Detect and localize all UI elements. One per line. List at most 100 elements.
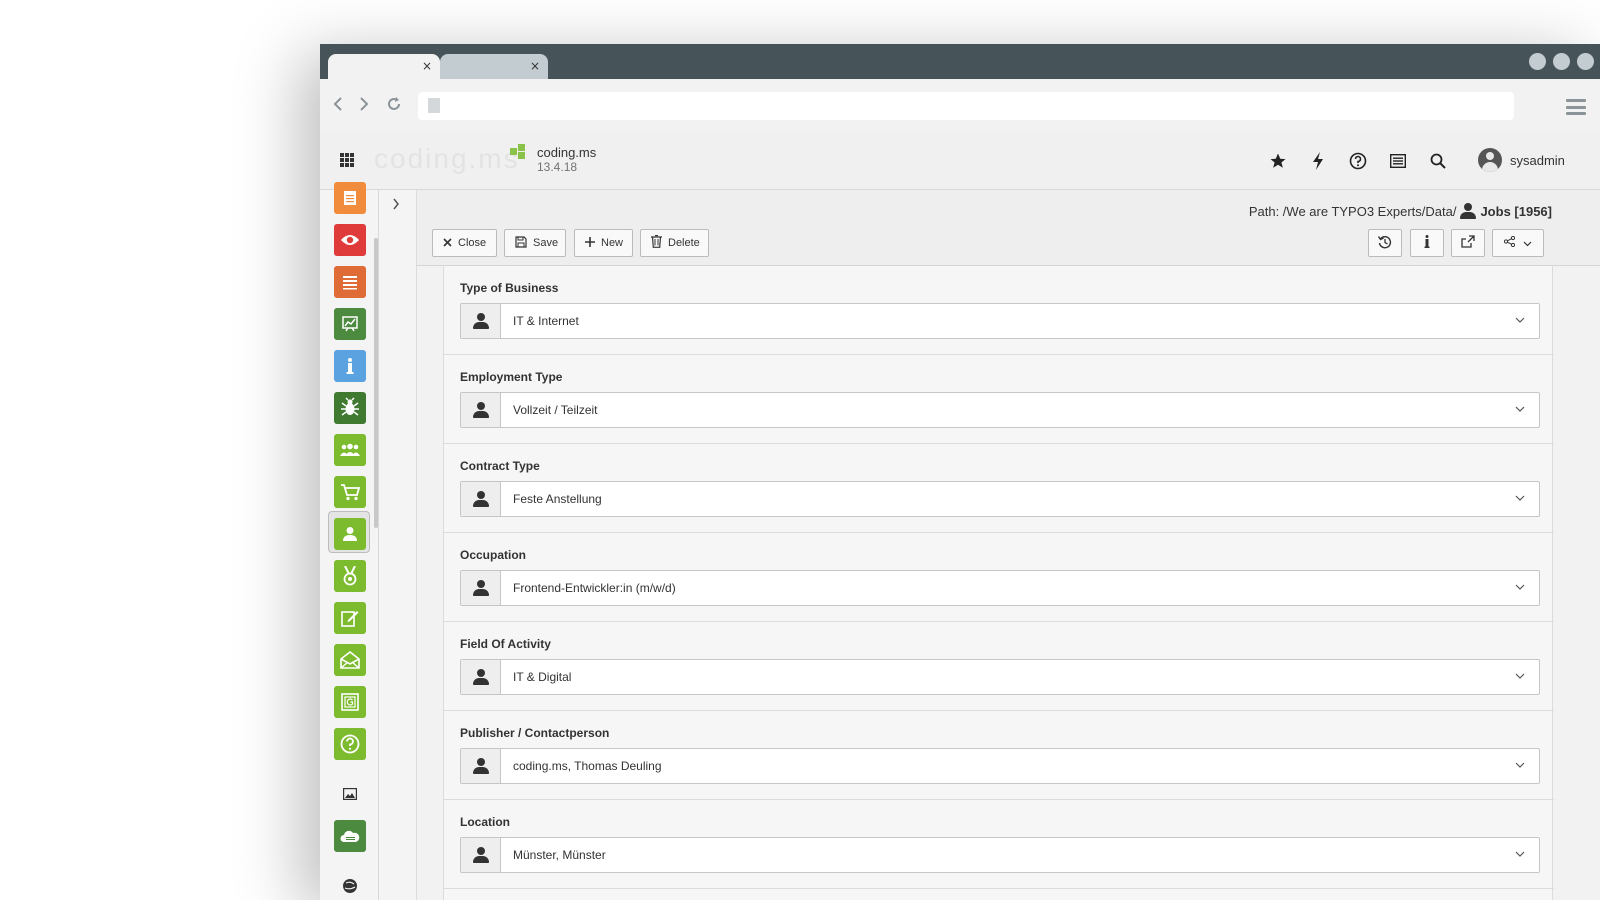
form-panel: Type of Business IT & Internet Employmen… <box>443 266 1554 900</box>
image-module-icon[interactable] <box>334 778 366 810</box>
field-type-of-business: Type of Business IT & Internet <box>444 266 1554 355</box>
logo: coding.ms <box>374 143 520 174</box>
report-module-icon[interactable] <box>334 308 366 340</box>
person-icon <box>461 660 501 694</box>
mail-module-icon[interactable] <box>334 644 366 676</box>
trash-icon <box>651 234 662 251</box>
view-module-icon[interactable] <box>334 224 366 256</box>
cart-module-icon[interactable] <box>334 476 366 508</box>
person-icon <box>461 571 501 605</box>
contract-type-select[interactable]: Feste Anstellung <box>460 481 1540 517</box>
info-button[interactable] <box>1410 229 1444 257</box>
delete-button[interactable]: Delete <box>640 229 709 257</box>
chevron-down-icon <box>1515 313 1525 326</box>
new-button-label: New <box>601 237 624 249</box>
info-icon <box>1424 235 1430 251</box>
page-icon <box>428 98 440 113</box>
publisher-select[interactable]: coding.ms, Thomas Deuling <box>460 748 1540 784</box>
person-icon <box>461 838 501 872</box>
avatar[interactable] <box>1478 148 1502 172</box>
select-value: Frontend-Entwickler:in (m/w/d) <box>513 581 676 595</box>
info-module-icon[interactable] <box>334 350 366 382</box>
module-menu-toggle-icon[interactable] <box>340 153 354 167</box>
users-module-icon[interactable] <box>334 434 366 466</box>
browser-tab-active[interactable]: × <box>328 54 440 79</box>
user-name[interactable]: sysadmin <box>1510 153 1565 168</box>
bug-module-icon[interactable] <box>334 392 366 424</box>
browser-toolbar <box>320 79 1600 131</box>
chevron-down-icon <box>1515 491 1525 504</box>
star-icon[interactable] <box>1268 151 1288 171</box>
reload-icon[interactable] <box>384 93 404 115</box>
list-icon[interactable] <box>1388 151 1408 171</box>
save-button-label: Save <box>533 237 559 249</box>
menu-icon[interactable] <box>1566 99 1586 115</box>
plus-icon <box>585 236 595 250</box>
type-of-business-select[interactable]: IT & Internet <box>460 303 1540 339</box>
forward-icon[interactable] <box>354 93 374 115</box>
flash-icon[interactable] <box>1308 151 1328 171</box>
search-icon[interactable] <box>1428 151 1448 171</box>
field-location: Location Münster, Münster <box>444 800 1554 889</box>
close-tab-icon[interactable]: × <box>530 59 540 73</box>
field-label: Type of Business <box>460 281 559 295</box>
doc-header: Path: /We are TYPO3 Experts/Data/ Jobs [… <box>417 190 1600 266</box>
select-value: Feste Anstellung <box>513 492 602 506</box>
list-module-icon[interactable] <box>334 266 366 298</box>
field-label: Employment Type <box>460 370 563 384</box>
open-new-window-button[interactable] <box>1451 229 1485 257</box>
employment-type-select[interactable]: Vollzeit / Teilzeit <box>460 392 1540 428</box>
field-employment-type: Employment Type Vollzeit / Teilzeit <box>444 355 1554 444</box>
record-title: Jobs [1956] <box>1480 203 1552 219</box>
person-icon <box>461 304 501 338</box>
breadcrumb: Path: /We are TYPO3 Experts/Data/ Jobs [… <box>1249 203 1552 219</box>
form-content: Type of Business IT & Internet Employmen… <box>417 266 1600 900</box>
field-label: Location <box>460 815 510 829</box>
jobs-module-icon[interactable] <box>334 518 366 550</box>
select-value: IT & Internet <box>513 314 579 328</box>
medal-module-icon[interactable] <box>334 560 366 592</box>
save-icon <box>515 235 527 251</box>
maximize-button[interactable] <box>1553 53 1570 70</box>
new-button[interactable]: New <box>574 229 633 257</box>
back-icon[interactable] <box>328 93 348 115</box>
chevron-down-icon <box>1515 580 1525 593</box>
navigation-frame <box>379 190 417 900</box>
backend-topbar: coding.ms coding.ms 13.4.18 sysadmin <box>320 131 1600 190</box>
help-icon[interactable] <box>1348 151 1368 171</box>
minimize-button[interactable] <box>1529 53 1546 70</box>
close-button[interactable]: Close <box>432 229 497 257</box>
site-version: 13.4.18 <box>537 160 578 174</box>
field-contract-type: Contract Type Feste Anstellung <box>444 444 1554 533</box>
sidebar-scrollbar[interactable] <box>374 238 378 528</box>
save-button[interactable]: Save <box>504 229 566 257</box>
close-tab-icon[interactable]: × <box>422 59 432 73</box>
chevron-down-icon <box>1515 847 1525 860</box>
field-occupation: Occupation Frontend-Entwickler:in (m/w/d… <box>444 533 1554 622</box>
location-select[interactable]: Münster, Münster <box>460 837 1540 873</box>
page-module-icon[interactable] <box>334 182 366 214</box>
share-dropdown-button[interactable] <box>1492 229 1544 257</box>
globe-module-icon[interactable] <box>334 870 366 900</box>
select-value: Vollzeit / Teilzeit <box>513 403 598 417</box>
cloud-module-icon[interactable] <box>334 820 366 852</box>
close-window-button[interactable] <box>1577 53 1594 70</box>
field-of-activity-select[interactable]: IT & Digital <box>460 659 1540 695</box>
history-button[interactable] <box>1368 229 1402 257</box>
browser-tab-inactive[interactable]: × <box>440 54 548 79</box>
person-icon <box>461 393 501 427</box>
address-bar[interactable] <box>418 92 1514 120</box>
edit-module-icon[interactable] <box>334 602 366 634</box>
glossary-module-icon[interactable] <box>334 686 366 718</box>
select-value: Münster, Münster <box>513 848 606 862</box>
external-link-icon <box>1461 235 1475 251</box>
expand-navigation-icon[interactable] <box>392 198 400 214</box>
field-field-of-activity: Field Of Activity IT & Digital <box>444 622 1554 711</box>
chevron-down-icon <box>1515 402 1525 415</box>
question-module-icon[interactable] <box>334 728 366 760</box>
delete-button-label: Delete <box>668 237 700 249</box>
browser-window: × × coding.ms coding.ms 13.4.18 sysadmin… <box>320 44 1600 900</box>
occupation-select[interactable]: Frontend-Entwickler:in (m/w/d) <box>460 570 1540 606</box>
window-controls <box>1529 53 1594 70</box>
site-name: coding.ms <box>537 145 597 160</box>
